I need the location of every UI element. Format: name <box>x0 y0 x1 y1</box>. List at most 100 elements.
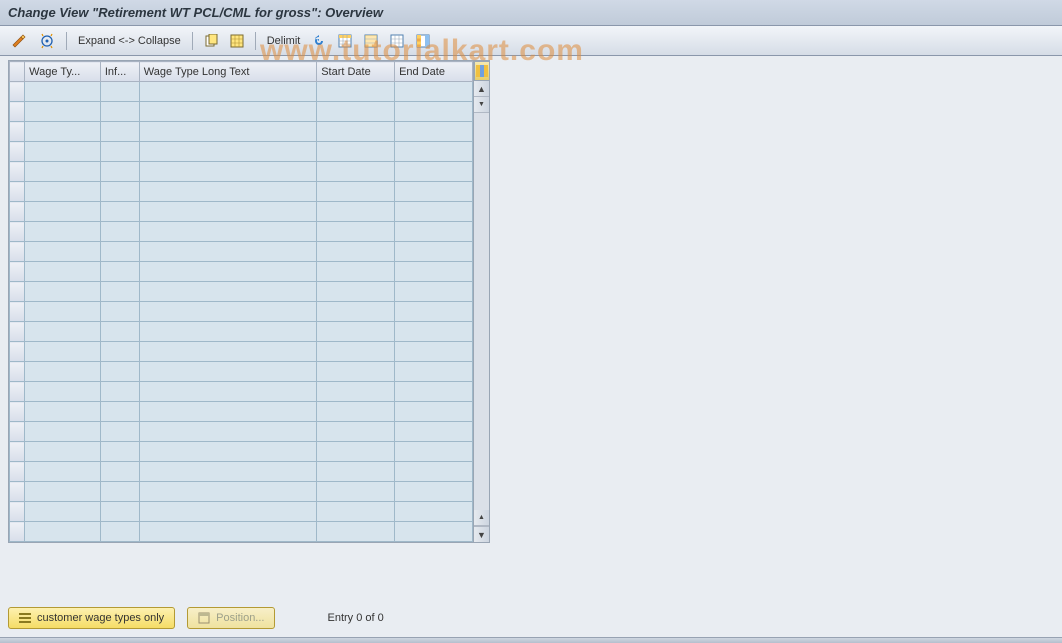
cell[interactable] <box>25 402 101 422</box>
row-selector[interactable] <box>10 122 25 142</box>
cell[interactable] <box>100 422 139 442</box>
row-selector[interactable] <box>10 82 25 102</box>
position-button[interactable]: Position... <box>187 607 275 629</box>
row-selector[interactable] <box>10 442 25 462</box>
toggle-display-change-icon[interactable] <box>6 31 32 51</box>
cell[interactable] <box>317 182 395 202</box>
cell[interactable] <box>395 322 473 342</box>
cell[interactable] <box>317 442 395 462</box>
cell[interactable] <box>100 482 139 502</box>
cell[interactable] <box>25 242 101 262</box>
scroll-down-icon[interactable]: ▼ <box>474 526 489 542</box>
scroll-up-icon[interactable]: ▲ <box>474 81 489 97</box>
cell[interactable] <box>395 162 473 182</box>
table-row[interactable] <box>10 302 473 322</box>
grid-settings-icon[interactable] <box>333 31 357 51</box>
cell[interactable] <box>317 262 395 282</box>
table-row[interactable] <box>10 202 473 222</box>
row-selector[interactable] <box>10 182 25 202</box>
deselect-icon[interactable] <box>385 31 409 51</box>
customer-wage-types-button[interactable]: customer wage types only <box>8 607 175 629</box>
other-view-icon[interactable] <box>34 31 60 51</box>
cell[interactable] <box>317 222 395 242</box>
row-selector[interactable] <box>10 322 25 342</box>
table-row[interactable] <box>10 462 473 482</box>
select-block-icon[interactable] <box>359 31 383 51</box>
row-selector[interactable] <box>10 342 25 362</box>
cell[interactable] <box>139 322 316 342</box>
cell[interactable] <box>25 202 101 222</box>
cell[interactable] <box>100 122 139 142</box>
cell[interactable] <box>317 382 395 402</box>
row-selector[interactable] <box>10 362 25 382</box>
table-row[interactable] <box>10 322 473 342</box>
row-selector[interactable] <box>10 282 25 302</box>
row-selector[interactable] <box>10 402 25 422</box>
cell[interactable] <box>25 302 101 322</box>
cell[interactable] <box>395 482 473 502</box>
row-selector-header[interactable] <box>10 62 25 82</box>
cell[interactable] <box>317 422 395 442</box>
cell[interactable] <box>395 142 473 162</box>
cell[interactable] <box>25 82 101 102</box>
col-wage-type[interactable]: Wage Ty... <box>25 62 101 82</box>
cell[interactable] <box>25 122 101 142</box>
cell[interactable] <box>395 242 473 262</box>
table-row[interactable] <box>10 282 473 302</box>
table-row[interactable] <box>10 182 473 202</box>
col-start-date[interactable]: Start Date <box>317 62 395 82</box>
cell[interactable] <box>139 402 316 422</box>
cell[interactable] <box>100 382 139 402</box>
cell[interactable] <box>317 202 395 222</box>
cell[interactable] <box>25 462 101 482</box>
cell[interactable] <box>100 322 139 342</box>
cell[interactable] <box>25 262 101 282</box>
row-selector[interactable] <box>10 482 25 502</box>
cell[interactable] <box>139 102 316 122</box>
table-row[interactable] <box>10 522 473 542</box>
cell[interactable] <box>25 362 101 382</box>
cell[interactable] <box>395 462 473 482</box>
cell[interactable] <box>395 302 473 322</box>
delimit-button[interactable]: Delimit <box>262 31 306 51</box>
cell[interactable] <box>100 82 139 102</box>
cell[interactable] <box>395 202 473 222</box>
table-row[interactable] <box>10 82 473 102</box>
cell[interactable] <box>317 122 395 142</box>
cell[interactable] <box>139 462 316 482</box>
row-selector[interactable] <box>10 102 25 122</box>
cell[interactable] <box>317 302 395 322</box>
cell[interactable] <box>100 162 139 182</box>
col-end-date[interactable]: End Date <box>395 62 473 82</box>
row-selector[interactable] <box>10 502 25 522</box>
cell[interactable] <box>100 522 139 542</box>
cell[interactable] <box>139 302 316 322</box>
cell[interactable] <box>139 202 316 222</box>
row-selector[interactable] <box>10 522 25 542</box>
row-selector[interactable] <box>10 302 25 322</box>
cell[interactable] <box>317 362 395 382</box>
cell[interactable] <box>317 162 395 182</box>
scroll-track[interactable] <box>474 113 489 510</box>
col-inf[interactable]: Inf... <box>100 62 139 82</box>
copy-icon[interactable] <box>199 31 223 51</box>
cell[interactable] <box>139 162 316 182</box>
row-selector[interactable] <box>10 462 25 482</box>
cell[interactable] <box>395 442 473 462</box>
cell[interactable] <box>139 482 316 502</box>
cell[interactable] <box>139 222 316 242</box>
cell[interactable] <box>317 322 395 342</box>
vertical-scrollbar[interactable]: ▲ ▼ ▲ ▼ <box>473 61 489 542</box>
cell[interactable] <box>100 282 139 302</box>
table-row[interactable] <box>10 242 473 262</box>
cell[interactable] <box>139 282 316 302</box>
cell[interactable] <box>139 242 316 262</box>
cell[interactable] <box>139 362 316 382</box>
cell[interactable] <box>25 182 101 202</box>
row-selector[interactable] <box>10 162 25 182</box>
cell[interactable] <box>395 422 473 442</box>
cell[interactable] <box>100 222 139 242</box>
cell[interactable] <box>395 122 473 142</box>
cell[interactable] <box>317 482 395 502</box>
cell[interactable] <box>139 422 316 442</box>
